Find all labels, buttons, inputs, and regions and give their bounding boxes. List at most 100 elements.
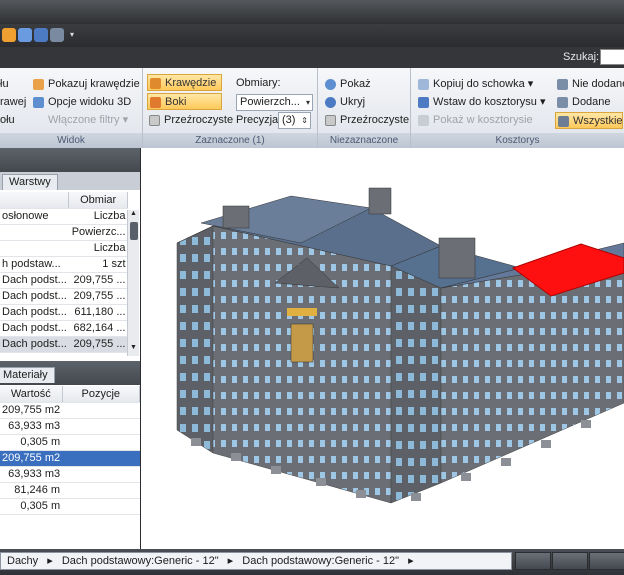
ribbon-group-selected: Krawędzie Boki Przeźroczyste Obmiary: Po… [143,68,318,148]
view-item-1[interactable]: łu [0,76,9,93]
breadcrumb-separator-icon: ▸ [227,555,234,567]
building-model[interactable] [141,148,624,549]
layers-col-name [0,192,70,209]
customize-icon[interactable]: ▾ [70,28,84,42]
ribbon-group-view: łu rawej ołu Pokazuj krawędzie Opcje wid… [0,68,143,148]
breadcrumb-separator-icon: ▸ [47,555,53,567]
app-window: { "search": {"label": "Szukaj:"}, "ribbo… [0,0,624,575]
transparent-icon [325,115,336,126]
table-row[interactable]: 63,933 m3 [0,466,140,483]
table-row[interactable]: 63,933 m3 [0,418,140,435]
edges-icon [150,78,161,89]
edges-toggle[interactable]: Krawędzie [147,74,222,91]
table-row[interactable]: Liczba [0,240,128,257]
table-row[interactable]: Dach podst... 611,180 ... [0,304,128,321]
search-label: Szukaj: [563,51,600,63]
transparent-selected-button[interactable]: Przeźroczyste [147,112,233,129]
status-button-2[interactable] [552,552,588,570]
breadcrumb-separator-icon: ▸ [408,555,414,567]
status-button-3[interactable] [589,552,624,570]
table-row[interactable]: 0,305 m [0,434,140,451]
ribbon: łu rawej ołu Pokazuj krawędzie Opcje wid… [0,68,624,148]
layers-table: Obmiar osłonowe Liczba Powierzc... Liczba… [0,192,128,353]
scroll-thumb[interactable] [130,222,138,240]
breadcrumb: Dachy ▸ Dach podstawowy:Generic - 12" ▸ … [0,552,512,570]
table-row[interactable]: Dach podst... 209,755 ... [0,272,128,289]
undo-icon[interactable] [18,28,32,42]
eye-icon [325,79,336,90]
3d-viewport[interactable] [141,148,624,549]
show-in-estimate-button[interactable]: Pokaż w kosztorysie [416,112,533,129]
table-row[interactable]: Powierzc... [0,224,128,241]
ribbon-group-unselected: Pokaż Ukryj Przeźroczyste Niezaznaczone [318,68,411,148]
left-panel: Warstwy Obmiar osłonowe Liczba Powierzc..… [0,148,141,549]
save-icon[interactable] [50,28,64,42]
table-row[interactable]: Dach podst... 682,164 ... [0,320,128,337]
materials-table: Wartość Pozycje 209,755 m2 63,933 m3 0,30… [0,386,141,515]
table-row[interactable]: Dach podst... 209,755 ... [0,288,128,305]
layers-col-measure: Obmiar [68,192,128,209]
ribbon-group-estimate: Kopiuj do schowka ▾ Wstaw do kosztorysu … [411,68,624,148]
list-icon [557,79,568,90]
quick-access-toolbar: ▾ [0,24,624,47]
sides-icon [150,97,161,108]
show-button[interactable]: Pokaż [323,76,371,93]
search-row: Szukaj: [0,47,624,68]
eye-closed-icon [325,97,336,108]
filter-all[interactable]: Wszystkie [555,112,623,129]
show-edges-button[interactable]: Pokazuj krawędzie [31,76,140,93]
precision-stepper[interactable]: (3) ⇕ [278,112,311,129]
insert-icon [418,97,429,108]
measures-select[interactable]: Powierzch... ▾ [236,94,313,111]
sides-toggle[interactable]: Boki [147,93,222,110]
transparent-unselected-button[interactable]: Przeźroczyste [323,112,409,129]
filters-button[interactable]: Włączone filtry ▾ [31,112,128,129]
table-row[interactable]: 0,305 m [0,498,140,515]
measures-label: Obmiary: [236,77,281,89]
materials-col-value: Wartość [0,386,63,403]
tab-materials[interactable]: Materiały [0,367,55,383]
status-button-1[interactable] [515,552,551,570]
show-in-icon [418,115,429,126]
group-label-selected: Zaznaczone (1) [143,133,317,148]
copy-to-clipboard-button[interactable]: Kopiuj do schowka ▾ [416,76,533,93]
settings-3d-icon [33,97,44,108]
filter-not-added[interactable]: Nie dodane [555,76,624,93]
table-row-selected[interactable]: 209,755 m2 [0,450,140,467]
materials-col-positions: Pozycje [62,386,141,403]
redo-icon[interactable] [34,28,48,42]
filter-added[interactable]: Dodane [555,94,611,111]
hide-button[interactable]: Ukryj [323,94,365,111]
panel-header [0,148,140,172]
table-row[interactable]: 209,755 m2 [0,402,140,419]
breadcrumb-item[interactable]: Dachy [7,553,38,569]
group-label-view: Widok [0,133,142,148]
table-row[interactable]: 81,246 m [0,482,140,499]
list-icon [557,97,568,108]
scroll-up-icon[interactable]: ▲ [128,210,139,220]
search-input[interactable] [600,49,624,65]
precision-label: Precyzja [236,114,279,126]
breadcrumb-item[interactable]: Dach podstawowy:Generic - 12" [242,553,399,569]
table-row[interactable]: Dach podst... 209,755 ... [0,336,128,353]
app-menu-icon[interactable] [2,28,16,42]
breadcrumb-item[interactable]: Dach podstawowy:Generic - 12" [62,553,219,569]
group-label-estimate: Kosztorys [411,133,624,148]
group-label-unselected: Niezaznaczone [318,133,410,148]
tab-layers[interactable]: Warstwy [2,174,58,190]
layers-scrollbar[interactable]: ▲ ▼ [127,210,139,356]
copy-icon [418,79,429,90]
view-item-3[interactable]: ołu [0,112,15,129]
table-row[interactable]: h podstaw... 1 szt [0,256,128,273]
status-bar: Dachy ▸ Dach podstawowy:Generic - 12" ▸ … [0,549,624,575]
table-row[interactable]: osłonowe Liczba [0,208,128,225]
insert-to-estimate-button[interactable]: Wstaw do kosztorysu ▾ [416,94,546,111]
transparent-icon [149,115,160,126]
view3d-options-button[interactable]: Opcje widoku 3D [31,94,131,111]
edges-icon [33,79,44,90]
list-icon [558,116,569,127]
layers-tabs: Warstwy [0,172,140,190]
view-item-2[interactable]: rawej [0,94,26,111]
title-bar [0,0,624,24]
scroll-down-icon[interactable]: ▼ [128,344,139,354]
